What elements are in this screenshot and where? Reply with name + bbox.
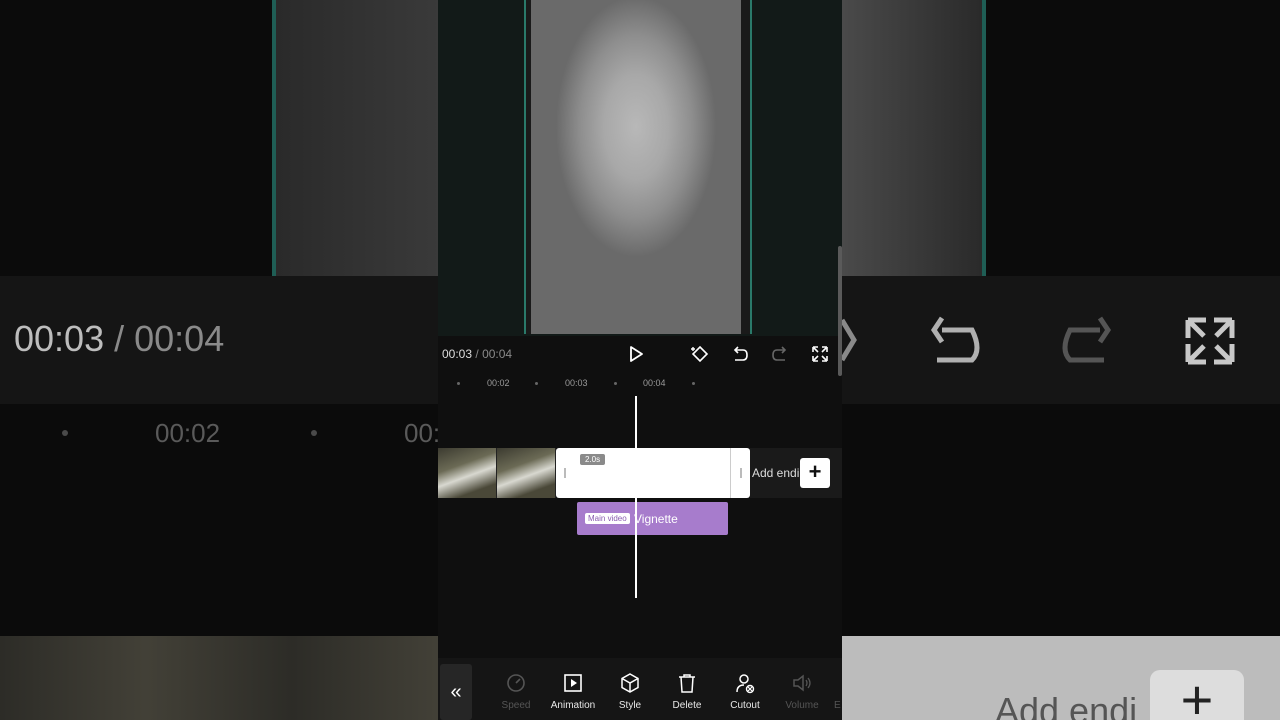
time-current: 00:03 [442,347,473,361]
time-display: 00:03 / 00:04 [442,347,512,361]
keyframe-icon[interactable] [690,344,710,364]
bg-time-total: 00:04 [134,318,225,359]
collapse-toolbar-button[interactable]: « [440,664,472,720]
bg-plus: + [1150,670,1244,720]
ruler-dot [692,382,695,385]
clip-duration-badge: 2.0s [580,454,606,465]
bg-toolbar-icons-icon [839,316,1235,365]
bg-preview-right [842,0,986,276]
add-ending-label: Add endi [752,466,800,480]
toolbar-overflow-label: E [834,700,841,711]
add-clip-button[interactable]: + [800,458,830,488]
clip-divider [730,448,731,498]
toolbar-label: Delete [672,700,702,711]
bg-ruler: 00:02 00: [0,410,441,460]
playhead[interactable] [635,396,637,598]
bg-time-separator: / [114,318,125,359]
bg-ruler-label: 00:02 [155,418,221,448]
delete-button[interactable]: Delete [657,672,717,711]
ruler-label: 00:04 [643,378,666,388]
editor-screen: 00:03 / 00:04 00:02 00:03 00:04 2.0s Add… [438,0,842,720]
speed-button[interactable]: Speed [486,672,546,711]
ruler-dot [535,382,538,385]
animation-icon [564,674,582,692]
effect-clip[interactable]: Main video Vignette [577,502,728,535]
main-track: 2.0s Add endi + [438,448,842,498]
preview-area [438,0,842,376]
volume-button[interactable]: Volume [772,672,832,711]
cutout-button[interactable]: Cutout [715,672,775,711]
toolbar-label: Cutout [730,700,760,711]
trim-handle-right[interactable] [740,468,742,478]
style-icon [621,673,639,693]
add-ending[interactable]: Add endi + [750,448,842,498]
clip-thumbnail [438,448,497,498]
bg-add-ending-label: Add endi [995,690,1138,720]
bg-ruler-dot [62,430,68,436]
effect-target-badge: Main video [585,513,630,524]
toolbar-label: Speed [501,700,531,711]
video-clip[interactable] [438,448,556,498]
redo-icon[interactable] [770,344,790,364]
video-preview[interactable] [531,0,741,334]
style-button[interactable]: Style [600,672,660,711]
animation-button[interactable]: Animation [543,672,603,711]
speed-icon [507,674,525,692]
ruler-dot [614,382,617,385]
timeline-ruler: 00:02 00:03 00:04 [438,374,842,392]
bg-thumbnail-strip [0,636,438,720]
bg-time-current: 00:03 [14,318,105,359]
ruler-dot [457,382,460,385]
clip-thumbnail [497,448,556,498]
delete-icon [679,674,695,693]
selected-clip[interactable]: 2.0s [556,448,750,498]
volume-icon [793,674,811,692]
trim-handle-left[interactable] [564,468,566,478]
time-separator: / [475,347,479,361]
ruler-label: 00:03 [565,378,588,388]
play-icon[interactable] [626,344,646,364]
bg-ruler-dot [311,430,317,436]
bg-preview-left [272,0,442,276]
playback-controls: 00:03 / 00:04 [438,336,842,372]
ruler-label: 00:02 [487,378,510,388]
toolbar-label: Animation [550,700,596,711]
toolbar-label: Volume [785,700,819,711]
bg-right-icons [839,300,1280,390]
toolbar-label: Style [618,700,642,711]
bg-ruler-label-cut: 00: [404,418,441,448]
bottom-toolbar: « Speed Animation Style Delete Cutout Vo… [438,658,842,720]
time-total: 00:04 [482,347,513,361]
bg-time-display: 00:03 / 00:04 [14,318,224,360]
undo-icon[interactable] [730,344,750,364]
fullscreen-icon[interactable] [810,344,830,364]
effect-name: Vignette [634,512,678,526]
cutout-icon [736,674,755,694]
